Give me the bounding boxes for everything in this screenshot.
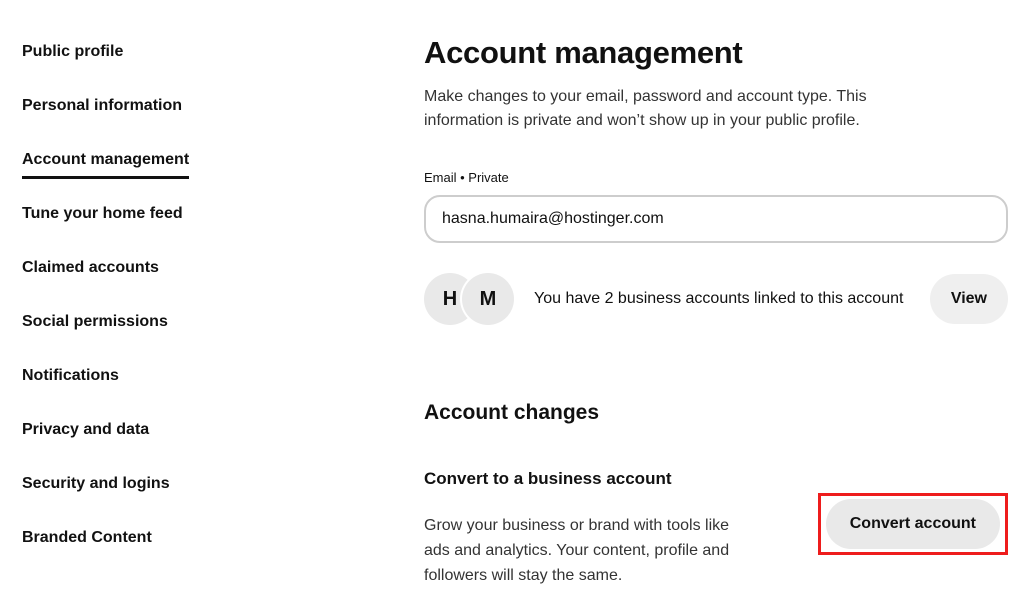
account-management-panel: Account management Make changes to your … bbox=[424, 36, 1008, 588]
convert-description: Grow your business or brand with tools l… bbox=[424, 513, 784, 588]
sidebar-item-branded-content[interactable]: Branded Content bbox=[22, 529, 322, 547]
linked-accounts-text: You have 2 business accounts linked to t… bbox=[534, 289, 903, 309]
view-button[interactable]: View bbox=[930, 274, 1008, 324]
section-heading-account-changes: Account changes bbox=[424, 401, 1008, 425]
sidebar-item-social-permissions[interactable]: Social permissions bbox=[22, 313, 322, 331]
convert-section-title: Convert to a business account bbox=[424, 469, 784, 489]
highlight-annotation: Convert account bbox=[818, 493, 1008, 555]
avatar-m: M bbox=[462, 273, 514, 325]
sidebar-item-privacy-and-data[interactable]: Privacy and data bbox=[22, 421, 322, 439]
linked-accounts-row: H M You have 2 business accounts linked … bbox=[424, 273, 1008, 325]
settings-sidebar: Public profile Personal information Acco… bbox=[22, 43, 322, 583]
linked-account-avatars: H M bbox=[424, 273, 514, 325]
settings-page: Public profile Personal information Acco… bbox=[0, 0, 1024, 612]
email-label: Email • Private bbox=[424, 170, 1008, 186]
sidebar-item-public-profile[interactable]: Public profile bbox=[22, 43, 322, 61]
convert-account-button[interactable]: Convert account bbox=[826, 499, 1000, 549]
sidebar-item-tune-your-home-feed[interactable]: Tune your home feed bbox=[22, 205, 322, 223]
convert-business-row: Convert to a business account Grow your … bbox=[424, 469, 1008, 588]
sidebar-item-security-and-logins[interactable]: Security and logins bbox=[22, 475, 322, 493]
page-description: Make changes to your email, password and… bbox=[424, 85, 1008, 133]
sidebar-item-personal-information[interactable]: Personal information bbox=[22, 97, 322, 115]
sidebar-item-claimed-accounts[interactable]: Claimed accounts bbox=[22, 259, 322, 277]
email-input[interactable] bbox=[424, 195, 1008, 243]
sidebar-item-account-management[interactable]: Account management bbox=[22, 151, 322, 179]
page-title: Account management bbox=[424, 36, 1008, 70]
convert-text-column: Convert to a business account Grow your … bbox=[424, 469, 784, 588]
sidebar-item-notifications[interactable]: Notifications bbox=[22, 367, 322, 385]
